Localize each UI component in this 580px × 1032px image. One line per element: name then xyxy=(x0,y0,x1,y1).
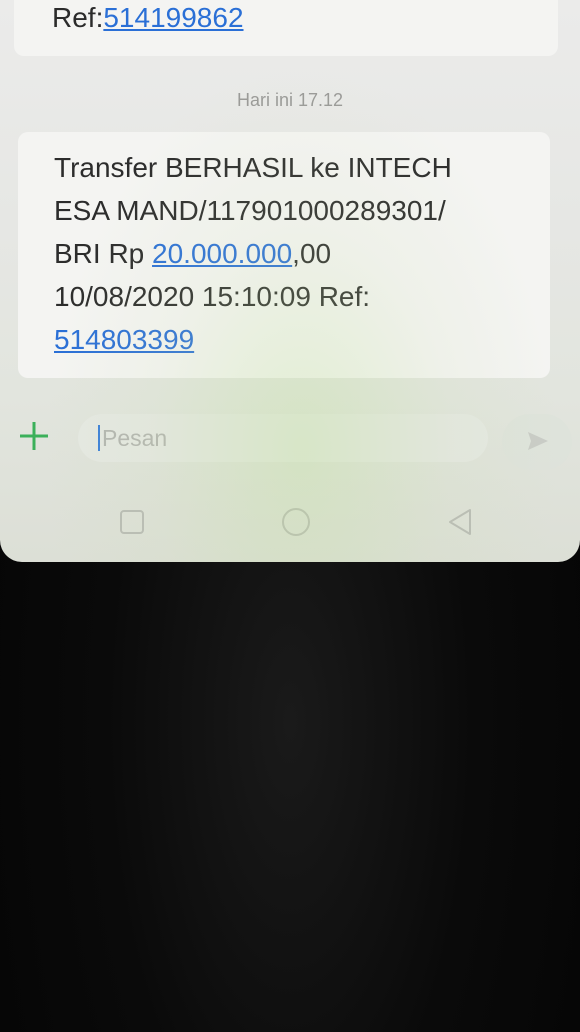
triangle-back-icon[interactable] xyxy=(440,502,480,542)
message-bubble[interactable]: Transfer BERHASIL ke INTECH ESA MAND/117… xyxy=(18,132,550,378)
photo-frame: Ref:514199862 Hari ini 17.12 Transfer BE… xyxy=(0,0,580,1032)
send-button[interactable] xyxy=(502,414,572,470)
message-line: ESA MAND/117901000289301/ xyxy=(54,195,446,226)
message-line: 10/08/2020 15:10:09 Ref: xyxy=(54,281,371,312)
previous-message-ref: Ref:514199862 xyxy=(52,2,244,34)
message-composer: Pesan xyxy=(0,400,580,480)
message-line-amount: BRI Rp 20.000.000,00 xyxy=(54,232,452,275)
amount-prefix: BRI Rp xyxy=(54,238,153,269)
plus-icon[interactable] xyxy=(12,414,56,458)
message-line: Transfer BERHASIL ke INTECH xyxy=(54,152,452,183)
message-line-ref: 514803399 xyxy=(54,318,452,361)
phone-screen: Ref:514199862 Hari ini 17.12 Transfer BE… xyxy=(0,0,580,562)
amount-suffix: ,00 xyxy=(292,238,332,269)
previous-message-bubble: Ref:514199862 xyxy=(14,0,558,56)
date-separator: Hari ini 17.12 xyxy=(236,90,344,110)
ref-link[interactable]: 514803399 xyxy=(54,324,194,355)
message-input[interactable]: Pesan xyxy=(78,414,488,462)
previous-ref-link[interactable]: 514199862 xyxy=(103,2,243,33)
square-icon[interactable] xyxy=(112,502,152,542)
message-input-placeholder: Pesan xyxy=(102,425,168,451)
send-icon xyxy=(528,432,548,450)
text-caret xyxy=(98,425,100,451)
previous-ref-label: Ref: xyxy=(52,2,104,33)
message-text: Transfer BERHASIL ke INTECH ESA MAND/117… xyxy=(54,146,452,361)
navigation-bar xyxy=(0,490,580,554)
circle-icon[interactable] xyxy=(276,502,316,542)
amount-link[interactable]: 20.000.000 xyxy=(152,238,292,269)
